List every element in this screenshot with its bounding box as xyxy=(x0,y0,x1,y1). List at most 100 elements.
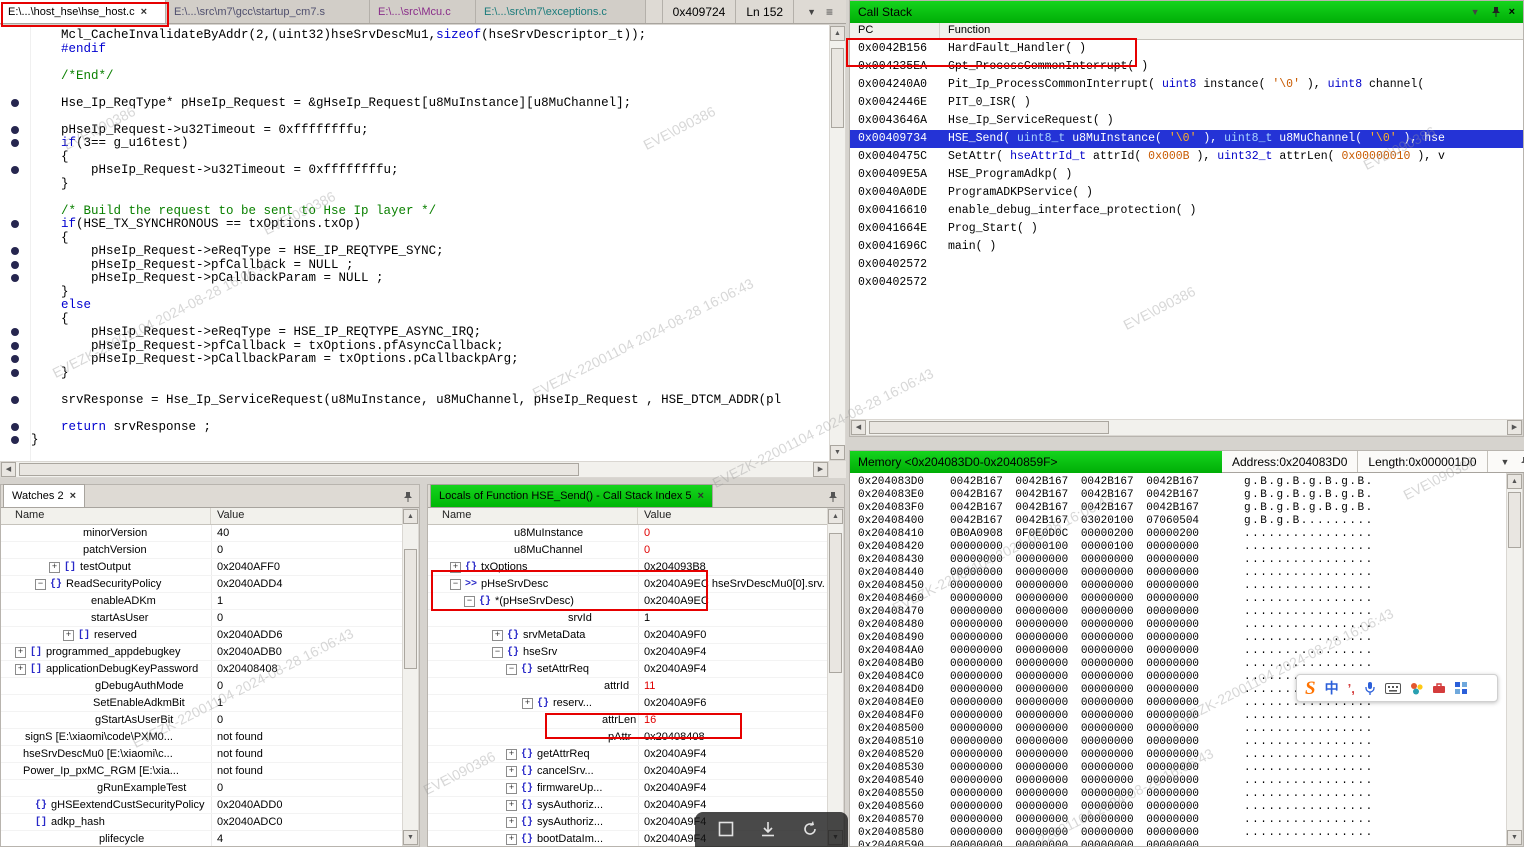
code-line[interactable] xyxy=(31,83,829,97)
code-line[interactable]: { xyxy=(31,150,829,165)
memory-row[interactable]: 0x20408540 00000000 00000000 00000000 000… xyxy=(850,775,1506,788)
local-row[interactable]: u8MuInstance 0 xyxy=(428,525,827,542)
capture-frame-icon[interactable] xyxy=(717,820,735,838)
code-line[interactable]: } xyxy=(31,433,829,448)
ime-mode-icon[interactable]: 中 xyxy=(1325,678,1339,698)
local-row[interactable]: + {} firmwareUp... 0x2040A9F4 xyxy=(428,780,827,797)
memory-row[interactable]: 0x20408460 00000000 00000000 00000000 000… xyxy=(850,593,1506,606)
code-line[interactable]: Mcl_CacheInvalidateByAddr(2,(uint32)hseS… xyxy=(31,28,829,43)
code-area[interactable]: Mcl_CacheInvalidateByAddr(2,(uint32)hseS… xyxy=(31,25,829,461)
local-row[interactable]: pAttr 0x20408408 xyxy=(428,729,827,746)
scroll-thumb[interactable] xyxy=(1508,492,1521,548)
breakpoint-icon[interactable] xyxy=(11,274,19,282)
watch-row[interactable]: gStartAsUserBit 0 xyxy=(1,712,402,729)
editor-tab[interactable]: E:\...\src\m7\exceptions.c xyxy=(476,0,646,23)
code-line[interactable]: /*End*/ xyxy=(31,69,829,84)
code-line[interactable] xyxy=(31,110,829,124)
memory-row[interactable]: 0x20408560 00000000 00000000 00000000 000… xyxy=(850,801,1506,814)
watch-row[interactable]: gDebugAuthMode 0 xyxy=(1,678,402,695)
local-row[interactable]: attrLen 16 xyxy=(428,712,827,729)
close-icon[interactable]: × xyxy=(698,490,704,502)
watch-row[interactable]: minorVersion 40 xyxy=(1,525,402,542)
breakpoint-icon[interactable] xyxy=(11,98,19,107)
editor-tab[interactable]: E:\...\src\Mcu.c xyxy=(370,0,476,23)
scroll-up-icon[interactable]: ▲ xyxy=(828,509,843,524)
scroll-thumb[interactable] xyxy=(831,48,844,128)
watch-row[interactable]: + [] programmed_appdebugkey 0x2040ADB0 xyxy=(1,644,402,661)
callstack-row[interactable]: 0x0042446E PIT_0_ISR( ) xyxy=(850,94,1523,112)
local-row[interactable]: −{} hseSrv 0x2040A9F4 xyxy=(428,644,827,661)
expand-icon[interactable]: + xyxy=(15,663,26,675)
watch-row[interactable]: plifecycle 4 xyxy=(1,831,402,846)
scroll-up-icon[interactable]: ▲ xyxy=(830,26,845,41)
code-line[interactable]: pHseIp_Request->eReqType = HSE_IP_REQTYP… xyxy=(31,244,829,259)
callstack-row[interactable]: 0x0041696C main( ) xyxy=(850,238,1523,256)
code-line[interactable] xyxy=(31,56,829,70)
pin-icon[interactable] xyxy=(1491,6,1501,18)
editor-tab[interactable]: E:\...\src\m7\gcc\startup_cm7.s xyxy=(166,0,370,23)
code-editor[interactable]: Mcl_CacheInvalidateByAddr(2,(uint32)hseS… xyxy=(0,25,846,461)
expand-icon[interactable]: + xyxy=(492,629,503,641)
callstack-row[interactable]: 0x0043646A Hse_Ip_ServiceRequest( ) xyxy=(850,112,1523,130)
memory-row[interactable]: 0x204083F0 0042B167 0042B167 0042B167 004… xyxy=(850,502,1506,515)
local-row[interactable]: attrId 11 xyxy=(428,678,827,695)
expand-icon[interactable]: + xyxy=(63,629,74,641)
collapse-icon[interactable]: − xyxy=(450,578,461,590)
watch-row[interactable]: {} gHSEextendCustSecurityPolicy 0x2040ADD0 xyxy=(1,797,402,814)
callstack-row[interactable]: 0x004235EA Gpt_ProcessCommonInterrupt( ) xyxy=(850,58,1523,76)
dropdown-icon[interactable]: ▼ xyxy=(804,7,819,17)
expand-icon[interactable]: + xyxy=(506,782,517,794)
expand-icon[interactable]: + xyxy=(522,697,533,709)
breakpoint-icon[interactable] xyxy=(11,247,19,255)
memory-row[interactable]: 0x20408590 00000000 00000000 00000000 000… xyxy=(850,840,1506,846)
local-row[interactable]: − >> pHseSrvDesc 0x2040A9EC hseSrvDescMu0[0… xyxy=(428,576,827,593)
code-line[interactable]: return srvResponse ; xyxy=(31,420,829,435)
local-row[interactable]: −{} *(pHseSrvDesc) 0x2040A9EC xyxy=(428,593,827,610)
breakpoint-icon[interactable] xyxy=(11,166,19,174)
local-row[interactable]: srvId 1 xyxy=(428,610,827,627)
close-icon[interactable]: × xyxy=(1509,6,1515,18)
watch-row[interactable]: [] adkp_hash 0x2040ADC0 xyxy=(1,814,402,831)
microphone-icon[interactable] xyxy=(1364,681,1376,696)
scroll-right-icon[interactable]: ▶ xyxy=(1507,420,1522,435)
vertical-scrollbar[interactable]: ▲▼ xyxy=(1506,473,1523,846)
memory-row[interactable]: 0x20408550 00000000 00000000 00000000 000… xyxy=(850,788,1506,801)
dropdown-icon[interactable]: ▼ xyxy=(1498,457,1513,467)
callstack-row[interactable]: 0x00402572 xyxy=(850,256,1523,274)
breakpoint-icon[interactable] xyxy=(11,139,19,147)
scroll-thumb[interactable] xyxy=(19,463,579,476)
vertical-scrollbar[interactable]: ▲▼ xyxy=(402,508,419,846)
memory-row[interactable]: 0x20408410 0B0A0908 0F0E0D0C 00000200 000… xyxy=(850,528,1506,541)
memory-row[interactable]: 0x20408510 00000000 00000000 00000000 000… xyxy=(850,736,1506,749)
code-line[interactable]: { xyxy=(31,231,829,246)
scroll-down-icon[interactable]: ▼ xyxy=(403,830,418,845)
close-icon[interactable]: × xyxy=(70,490,76,502)
vertical-scrollbar[interactable]: ▲▼ xyxy=(829,25,846,461)
code-line[interactable]: if(3== g_u16test) xyxy=(31,136,829,151)
breakpoint-icon[interactable] xyxy=(11,125,19,134)
code-line[interactable]: pHseIp_Request->pfCallback = txOptions.p… xyxy=(31,339,829,354)
code-line[interactable]: } xyxy=(31,366,829,381)
memory-row[interactable]: 0x20408430 00000000 00000000 00000000 000… xyxy=(850,554,1506,567)
ime-logo-icon[interactable]: S xyxy=(1305,679,1316,698)
memory-row[interactable]: 0x20408530 00000000 00000000 00000000 000… xyxy=(850,762,1506,775)
breakpoint-icon[interactable] xyxy=(11,260,19,269)
scroll-up-icon[interactable]: ▲ xyxy=(1507,474,1522,489)
expand-icon[interactable]: + xyxy=(506,816,517,828)
code-line[interactable]: pHseIp_Request->pfCallback = NULL ; xyxy=(31,258,829,273)
watch-row[interactable]: −{} ReadSecurityPolicy 0x2040ADD4 xyxy=(1,576,402,593)
watch-row[interactable]: + [] testOutput 0x2040AFF0 xyxy=(1,559,402,576)
toolbox-icon[interactable] xyxy=(1432,682,1446,694)
scroll-right-icon[interactable]: ▶ xyxy=(813,462,828,477)
code-line[interactable]: } xyxy=(31,285,829,300)
collapse-icon[interactable]: − xyxy=(35,578,46,590)
breakpoint-icon[interactable] xyxy=(11,328,19,336)
watch-row[interactable]: enableADKm 1 xyxy=(1,593,402,610)
menu-icon[interactable]: ≡ xyxy=(823,5,836,19)
code-line[interactable]: pHseIp_Request->pCallbackParam = txOptio… xyxy=(31,352,829,367)
save-icon[interactable] xyxy=(759,820,777,838)
local-row[interactable]: + {} getAttrReq 0x2040A9F4 xyxy=(428,746,827,763)
local-row[interactable]: + {} srvMetaData 0x2040A9F0 xyxy=(428,627,827,644)
vertical-scrollbar[interactable]: ▲▼ xyxy=(827,508,844,846)
grid-icon[interactable] xyxy=(1454,682,1467,694)
